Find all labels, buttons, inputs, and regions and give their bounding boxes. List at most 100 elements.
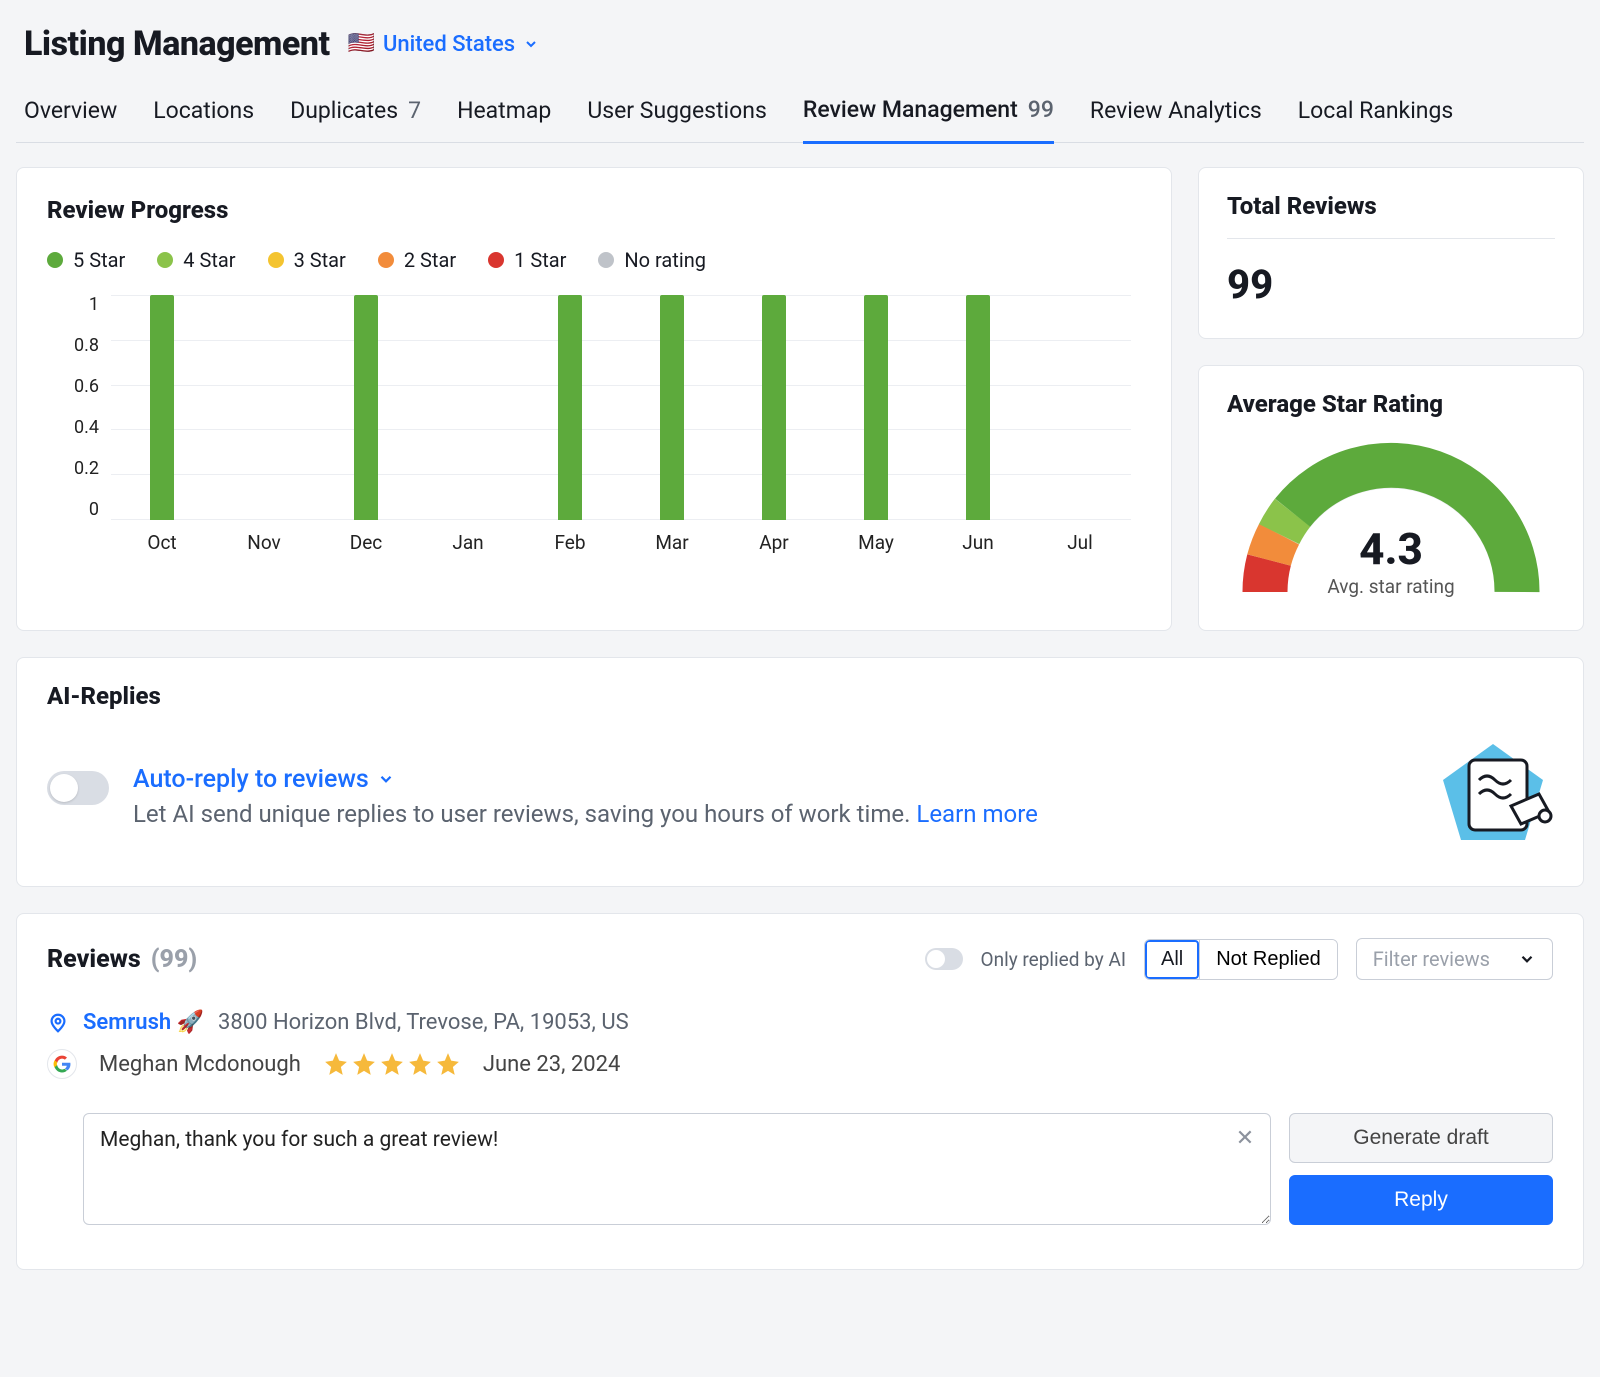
tab-locations[interactable]: Locations [153, 86, 254, 142]
x-label: Feb [519, 531, 621, 554]
card-title: Review Progress [47, 196, 1141, 224]
month-column [621, 295, 723, 520]
legend-dot-1star [488, 252, 504, 268]
learn-more-link[interactable]: Learn more [916, 800, 1037, 828]
card-title: Average Star Rating [1227, 390, 1555, 418]
tab-label: Review Management [803, 96, 1018, 123]
legend-dot-4star [157, 252, 173, 268]
bar [660, 295, 684, 520]
star-icon [435, 1051, 461, 1077]
tab-heatmap[interactable]: Heatmap [457, 86, 551, 142]
x-label: Apr [723, 531, 825, 554]
bar-chart: 1 0.8 0.6 0.4 0.2 0 OctNovDecJanFebMarAp… [53, 294, 1141, 554]
flag-icon: 🇺🇸 [348, 33, 375, 55]
legend-dot-2star [378, 252, 394, 268]
reviews-card: Reviews (99) Only replied by AI All Not … [16, 913, 1584, 1270]
month-column [723, 295, 825, 520]
month-column [1029, 295, 1131, 520]
location-address: 3800 Horizon Blvd, Trevose, PA, 19053, U… [218, 1010, 629, 1035]
bar [354, 295, 378, 520]
month-column [825, 295, 927, 520]
tab-local-rankings[interactable]: Local Rankings [1298, 86, 1453, 142]
card-title: Total Reviews [1227, 192, 1555, 239]
auto-reply-description: Let AI send unique replies to user revie… [133, 800, 1038, 828]
tab-bar: Overview Locations Duplicates 7 Heatmap … [16, 86, 1584, 143]
reply-textarea[interactable] [83, 1113, 1271, 1225]
tab-label: Duplicates [290, 97, 398, 124]
review-date: June 23, 2024 [483, 1052, 621, 1077]
legend-label: 4 Star [183, 248, 235, 272]
auto-reply-heading[interactable]: Auto-reply to reviews [133, 765, 1038, 794]
month-column [927, 295, 1029, 520]
reply-button[interactable]: Reply [1289, 1175, 1553, 1225]
month-column [519, 295, 621, 520]
chevron-down-icon [1518, 950, 1536, 968]
ai-replies-card: AI-Replies Auto-reply to reviews Let AI … [16, 657, 1584, 887]
x-label: Jan [417, 531, 519, 554]
legend-dot-5star [47, 252, 63, 268]
month-column [213, 295, 315, 520]
bar [966, 295, 990, 520]
legend-label: 5 Star [73, 248, 125, 272]
bar [150, 295, 174, 520]
filter-reviews-select[interactable]: Filter reviews [1356, 938, 1553, 980]
bar [558, 295, 582, 520]
filter-placeholder: Filter reviews [1373, 947, 1490, 971]
review-author: Meghan Mcdonough [99, 1052, 301, 1077]
total-reviews-value: 99 [1227, 261, 1555, 308]
review-progress-card: Review Progress 5 Star 4 Star 3 Star 2 S… [16, 167, 1172, 631]
star-icon [407, 1051, 433, 1077]
only-ai-label: Only replied by AI [981, 948, 1126, 971]
tab-review-management[interactable]: Review Management 99 [803, 86, 1054, 144]
reviews-title: Reviews (99) [47, 945, 197, 974]
tab-overview[interactable]: Overview [24, 86, 117, 142]
legend-label: 2 Star [404, 248, 456, 272]
tab-review-analytics[interactable]: Review Analytics [1090, 86, 1262, 142]
legend-label: No rating [624, 248, 706, 272]
average-rating-card: Average Star Rating 4.3 Avg. star rating [1198, 365, 1584, 631]
reply-filter-segment: All Not Replied [1144, 939, 1338, 980]
country-selector[interactable]: 🇺🇸 United States [348, 32, 540, 57]
only-ai-toggle[interactable] [925, 948, 963, 970]
x-label: Dec [315, 531, 417, 554]
reviews-count: (99) [151, 945, 197, 974]
segment-all[interactable]: All [1145, 940, 1199, 979]
avg-rating-value: 4.3 [1241, 523, 1541, 575]
location-link[interactable]: Semrush 🚀 [83, 1010, 204, 1035]
clear-reply-button[interactable]: ✕ [1233, 1125, 1257, 1149]
chart-legend: 5 Star 4 Star 3 Star 2 Star 1 Star No ra… [47, 248, 1141, 272]
country-label: United States [383, 32, 515, 57]
legend-dot-norating [598, 252, 614, 268]
segment-not-replied[interactable]: Not Replied [1199, 940, 1337, 979]
chevron-down-icon [377, 770, 395, 788]
tab-user-suggestions[interactable]: User Suggestions [587, 86, 767, 142]
x-label: May [825, 531, 927, 554]
star-icon [379, 1051, 405, 1077]
y-axis: 1 0.8 0.6 0.4 0.2 0 [53, 294, 99, 520]
legend-label: 3 Star [294, 248, 346, 272]
month-column [315, 295, 417, 520]
tab-count: 7 [408, 97, 421, 124]
google-icon [47, 1049, 77, 1079]
generate-draft-button[interactable]: Generate draft [1289, 1113, 1553, 1163]
review-item: Semrush 🚀 3800 Horizon Blvd, Trevose, PA… [47, 1010, 1553, 1229]
star-rating [323, 1051, 461, 1077]
x-label: Jul [1029, 531, 1131, 554]
card-title: AI-Replies [47, 682, 1553, 710]
month-column [111, 295, 213, 520]
auto-reply-toggle[interactable] [47, 771, 109, 805]
page-title: Listing Management [24, 24, 330, 64]
legend-label: 1 Star [514, 248, 566, 272]
tab-duplicates[interactable]: Duplicates 7 [290, 86, 421, 142]
star-icon [351, 1051, 377, 1077]
bar [762, 295, 786, 520]
star-icon [323, 1051, 349, 1077]
chevron-down-icon [523, 36, 539, 52]
x-label: Nov [213, 531, 315, 554]
tab-count: 99 [1028, 96, 1054, 123]
avg-rating-label: Avg. star rating [1241, 575, 1541, 598]
map-pin-icon [47, 1012, 69, 1034]
bar [864, 295, 888, 520]
month-column [417, 295, 519, 520]
x-label: Mar [621, 531, 723, 554]
